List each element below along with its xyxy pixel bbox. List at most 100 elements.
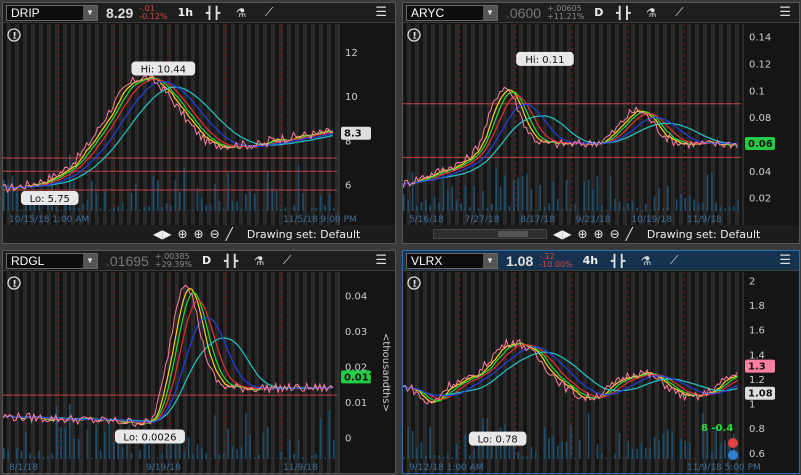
last-price-tag: 0.017 <box>344 372 376 383</box>
volume-bar <box>55 206 58 211</box>
volume-bar <box>609 175 612 211</box>
volume-bar <box>148 206 150 211</box>
timeframe-button[interactable]: 1h <box>178 6 194 19</box>
chart-panel-vlrx[interactable]: VLRX ▼ 1.08 -.12 -10.00% 4h ┫┣ ⚗ ⟋ ☰ 2 1.8 1.6 1.4 1.2… <box>402 250 800 474</box>
draw-line-icon[interactable]: ╱ <box>626 227 633 241</box>
symbol-input[interactable]: DRIP ▼ <box>6 4 98 21</box>
volume-bar <box>284 207 287 211</box>
volume-bar <box>328 193 331 211</box>
chart-area[interactable]: 0.04 0.03 0.02 0.01 0 <thousandths> 0.017 Lo: 0… <box>3 272 395 473</box>
stripe <box>159 24 163 225</box>
volume-bar <box>77 208 80 211</box>
stripe <box>15 272 19 473</box>
studies-flask-icon[interactable]: ⚗ <box>251 254 267 268</box>
chart-scrollbar[interactable] <box>433 229 547 239</box>
candle-style-icon[interactable]: ┫┣ <box>610 254 626 268</box>
stripe <box>87 24 91 225</box>
volume-bar <box>29 453 31 459</box>
chart-area[interactable]: 12 10 8 6 8.3 Hi: 10.44 Lo: 5.75 10/15/18 1:00 … <box>3 24 395 225</box>
volume-bar <box>7 450 9 459</box>
volume-bar <box>574 204 577 211</box>
volume-bar <box>587 412 590 459</box>
drawing-set-label[interactable]: Drawing set: Default <box>647 228 760 241</box>
price-chart[interactable]: 1210868.3Hi: 10.44Lo: 5.7510/15/18 1:00 … <box>3 24 395 225</box>
studies-flask-icon[interactable]: ⚗ <box>233 6 249 20</box>
candle-style-icon[interactable]: ┫┣ <box>223 254 239 268</box>
chart-area[interactable]: 2 1.8 1.6 1.4 1.2 1 0.8 0.6 1.08 1.3 Lo: 0.78 9/12/… <box>403 272 799 473</box>
expand-icon[interactable]: ◀▶ <box>153 227 171 241</box>
candle-style-icon[interactable]: ┫┣ <box>205 6 221 20</box>
volume-bar <box>126 444 128 459</box>
sell-marker-icon[interactable] <box>728 438 738 448</box>
volume-bar <box>565 179 568 211</box>
scrollbar-thumb[interactable] <box>498 231 528 237</box>
studies-flask-icon[interactable]: ⚗ <box>638 254 654 268</box>
stripe <box>623 272 627 473</box>
symbol-input[interactable]: ARYC ▼ <box>406 4 498 21</box>
crosshair-icon[interactable]: ⊕ <box>577 227 587 241</box>
drawings-icon[interactable]: ⟋ <box>261 5 277 20</box>
low-label: Lo: 0.78 <box>477 435 517 446</box>
zoom-out-icon[interactable]: ⊖ <box>610 227 620 241</box>
chart-area[interactable]: 0.14 0.12 0.1 0.08 0.06 0.04 0.020.06 Hi: 0.11 5… <box>403 24 799 225</box>
chart-panel-rdgl[interactable]: RDGL ▼ .01695 +.00385 +29.39% D ┫┣ ⚗ ⟋ ☰ 0.04 0.03 0… <box>2 250 396 474</box>
volume-bar <box>214 183 216 211</box>
axis-tick-label: 0.03 <box>345 327 367 338</box>
panel-menu-icon[interactable]: ☰ <box>779 5 791 20</box>
price-chart[interactable]: 0.040.030.020.010<thousandths>0.017Lo: 0… <box>3 272 395 473</box>
drawings-icon[interactable]: ⟋ <box>279 253 295 268</box>
timeframe-button[interactable]: D <box>594 6 603 19</box>
volume-bar <box>557 198 559 211</box>
symbol-dropdown-icon[interactable]: ▼ <box>483 253 497 268</box>
volume-bar <box>447 453 449 459</box>
studies-flask-icon[interactable]: ⚗ <box>643 6 659 20</box>
volume-bar <box>130 453 133 459</box>
chart-tools: ◀▶ ⊕ ⊕ ⊖ ╱ <box>153 227 233 241</box>
symbol-dropdown-icon[interactable]: ▼ <box>83 253 97 268</box>
drawings-icon[interactable]: ⟋ <box>666 253 682 268</box>
price-chart[interactable]: 0.14 0.12 0.1 0.08 0.06 0.04 0.020.06 Hi: 0.11 5… <box>403 24 799 225</box>
volume-bar <box>104 191 106 211</box>
stripe <box>407 24 411 225</box>
volume-bar <box>728 206 731 211</box>
volume-bar <box>157 180 159 211</box>
zoom-in-icon[interactable]: ⊕ <box>194 227 204 241</box>
time-axis-label: 5/16/18 <box>409 215 444 225</box>
volume-bar <box>460 203 462 211</box>
price-chart[interactable]: 21.81.61.41.210.80.61.081.3Lo: 0.789/12/… <box>403 272 799 473</box>
panel-menu-icon[interactable]: ☰ <box>779 253 791 268</box>
timeframe-button[interactable]: D <box>202 254 211 267</box>
volume-bar <box>724 208 726 211</box>
panel-menu-icon[interactable]: ☰ <box>375 253 387 268</box>
volume-bar <box>570 208 572 211</box>
chart-panel-drip[interactable]: DRIP ▼ 8.29 -.01 -0.12% 1h ┫┣ ⚗ ⟋ ☰ 12 10 8 6 8.3 Hi: 1… <box>2 2 396 244</box>
buy-marker-icon[interactable] <box>728 450 738 460</box>
symbol-input[interactable]: VLRX ▼ <box>406 252 498 269</box>
volume-bar <box>530 189 533 211</box>
chart-panel-aryc[interactable]: ARYC ▼ .0600 +.00605 +11.21% D ┫┣ ⚗ ⟋ ☰ 0.14 0.12 0.… <box>402 2 800 244</box>
axis-tick-label: 0 <box>345 434 351 445</box>
stripe <box>183 272 187 473</box>
drawing-set-label[interactable]: Drawing set: Default <box>247 228 360 241</box>
draw-line-icon[interactable]: ╱ <box>226 227 233 241</box>
symbol-input[interactable]: RDGL ▼ <box>6 252 98 269</box>
stripe <box>695 24 699 225</box>
symbol-dropdown-icon[interactable]: ▼ <box>83 5 97 20</box>
price-change: -.01 -0.12% <box>139 4 167 21</box>
candle-style-icon[interactable]: ┫┣ <box>615 6 631 20</box>
volume-bar <box>618 433 621 459</box>
volume-bar <box>240 447 243 459</box>
volume-bar <box>205 453 207 459</box>
crosshair-icon[interactable]: ⊕ <box>177 227 187 241</box>
symbol-dropdown-icon[interactable]: ▼ <box>483 5 497 20</box>
drawings-icon[interactable]: ⟋ <box>671 5 687 20</box>
low-label: Lo: 5.75 <box>30 194 70 205</box>
volume-bar <box>209 204 212 211</box>
zoom-out-icon[interactable]: ⊖ <box>210 227 220 241</box>
axis-tick-label: 0.14 <box>749 33 771 44</box>
volume-bar <box>302 193 304 211</box>
expand-icon[interactable]: ◀▶ <box>553 227 571 241</box>
timeframe-button[interactable]: 4h <box>583 254 599 267</box>
panel-menu-icon[interactable]: ☰ <box>375 5 387 20</box>
zoom-in-icon[interactable]: ⊕ <box>594 227 604 241</box>
